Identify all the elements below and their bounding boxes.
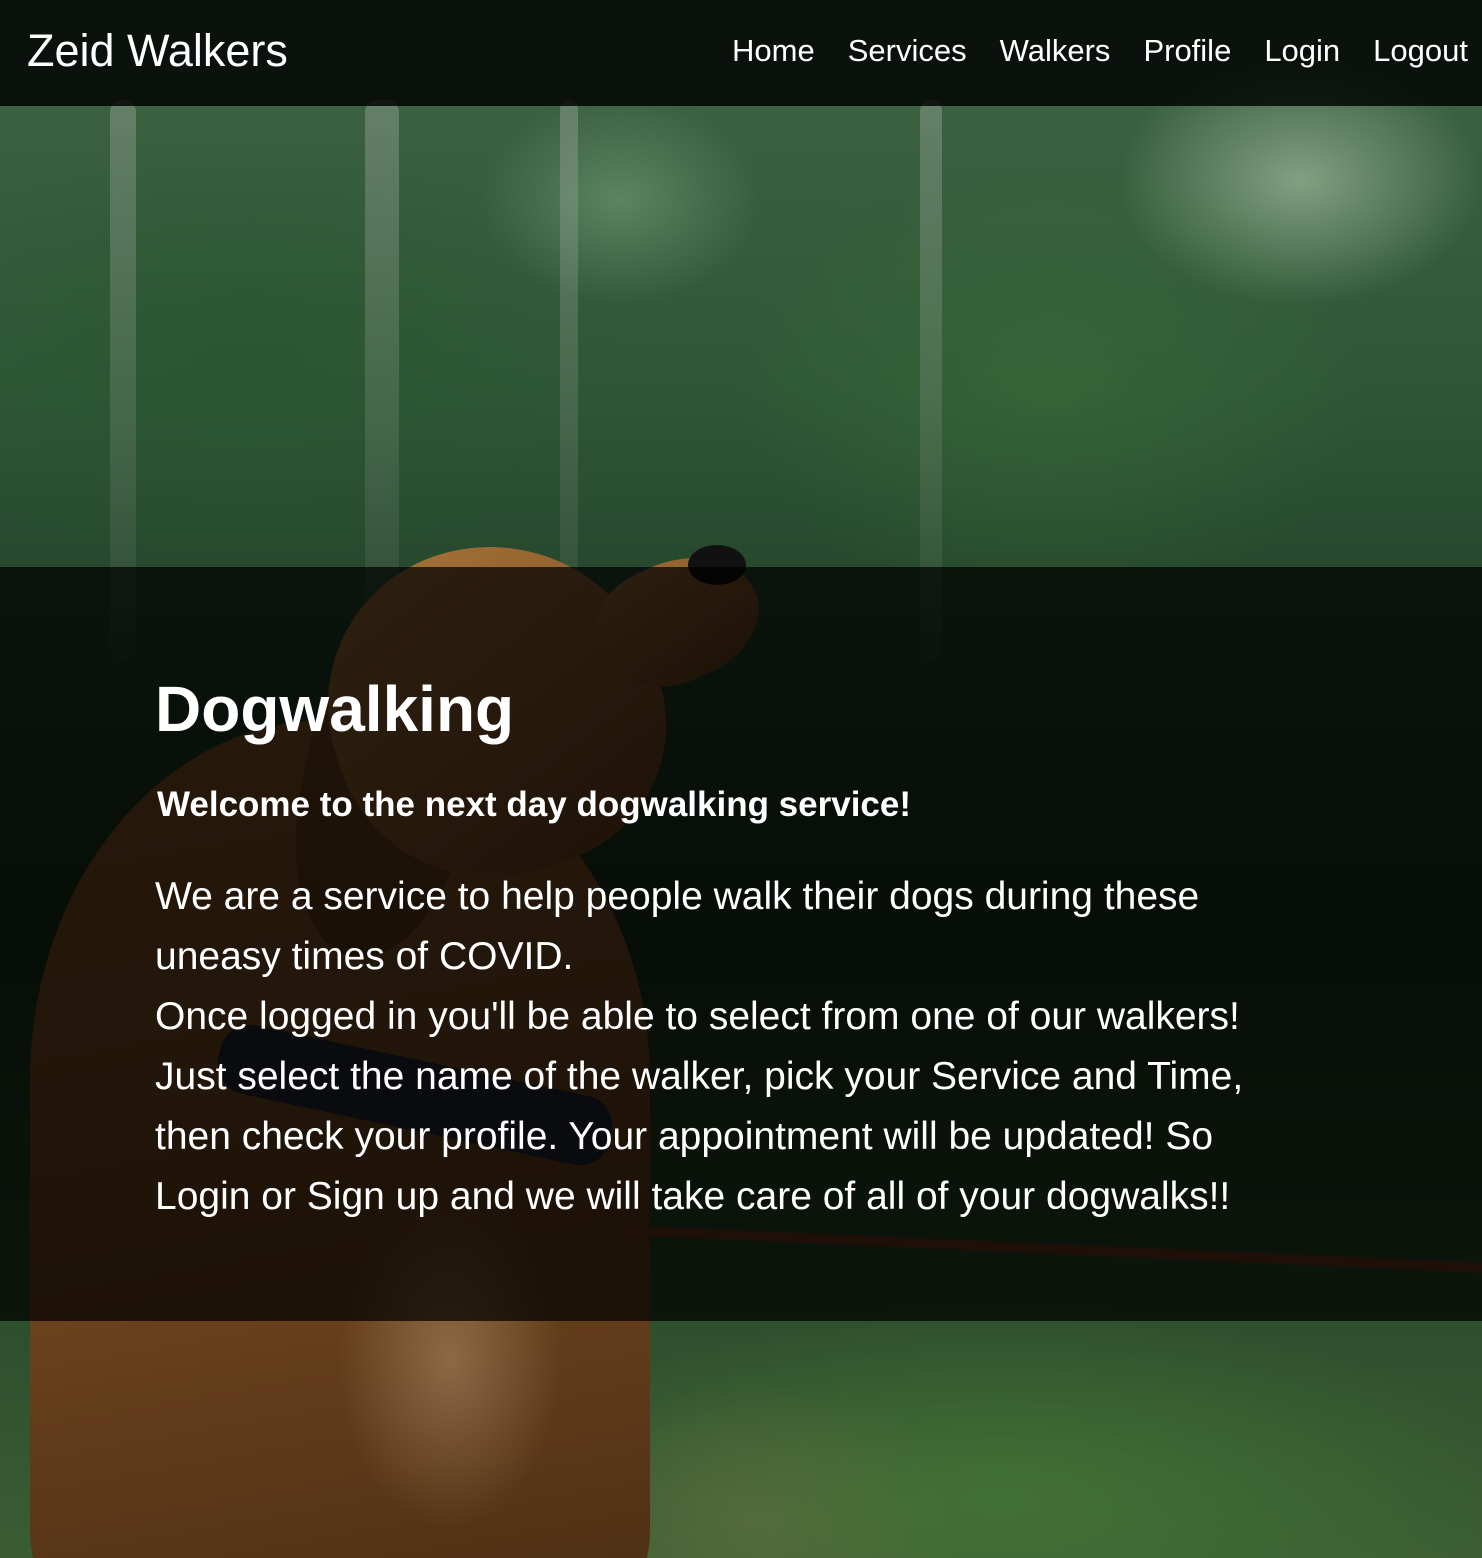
brand-logo-link[interactable]: Zeid Walkers: [27, 24, 288, 78]
page-title: Dogwalking: [155, 673, 515, 745]
nav-link-logout[interactable]: Logout: [1373, 30, 1468, 72]
hero-content: Dogwalking Welcome to the next day dogwa…: [155, 671, 1355, 1227]
nav-link-services[interactable]: Services: [848, 30, 967, 72]
description-line: Once logged in you'll be able to select …: [155, 995, 1240, 1038]
nav-link-home[interactable]: Home: [732, 30, 815, 72]
description-line: We are a service to help people walk the…: [155, 875, 1200, 918]
nav-links: Home Services Walkers Profile Login Logo…: [732, 30, 1468, 72]
nav-link-profile[interactable]: Profile: [1143, 30, 1231, 72]
nav-link-walkers[interactable]: Walkers: [1000, 30, 1111, 72]
description-line: Just select the name of the walker, pick…: [155, 1055, 1244, 1098]
description-line: uneasy times of COVID.: [155, 935, 574, 978]
description-line: Login or Sign up and we will take care o…: [155, 1175, 1231, 1218]
hero-subtitle: Welcome to the next day dogwalking servi…: [157, 785, 912, 824]
top-navbar: Zeid Walkers Home Services Walkers Profi…: [0, 0, 1482, 106]
description-line: then check your profile. Your appointmen…: [155, 1115, 1214, 1158]
hero-description: We are a service to help people walk the…: [155, 867, 1355, 1227]
nav-link-login[interactable]: Login: [1264, 30, 1340, 72]
hero-panel: Dogwalking Welcome to the next day dogwa…: [0, 567, 1482, 1321]
